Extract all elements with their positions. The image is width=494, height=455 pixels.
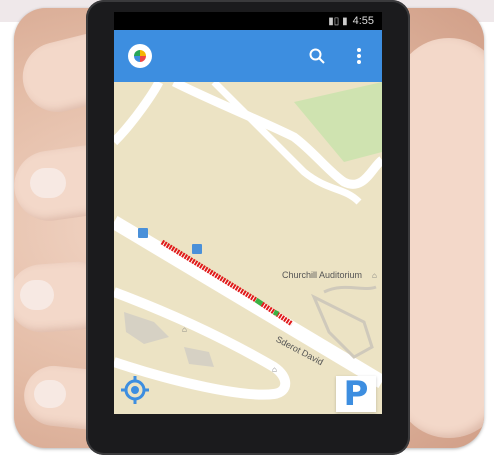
- map-view[interactable]: ⌂ ⌂ ⌂ Churchill Auditorium Sderot David …: [114, 82, 382, 414]
- app-bar: [114, 30, 382, 82]
- svg-text:⌂: ⌂: [272, 365, 277, 374]
- map-canvas: ⌂ ⌂ ⌂: [114, 82, 382, 400]
- phone-screen: ▮▯ ▮ 4:55 ⌂ ⌂ ⌂ Churchill Auditorium Sde…: [114, 12, 382, 414]
- status-time: 4:55: [352, 15, 374, 27]
- parking-button[interactable]: P: [336, 374, 376, 414]
- parking-logo-icon[interactable]: [128, 44, 152, 68]
- svg-text:⌂: ⌂: [372, 271, 377, 280]
- more-vert-icon[interactable]: [346, 43, 372, 69]
- svg-text:⌂: ⌂: [182, 325, 187, 334]
- map-label-auditorium: Churchill Auditorium: [282, 270, 363, 280]
- fingernail: [30, 168, 66, 198]
- my-location-icon[interactable]: [120, 375, 154, 409]
- status-bar: ▮▯ ▮ 4:55: [114, 12, 382, 30]
- search-icon[interactable]: [304, 43, 330, 69]
- fingernail: [34, 380, 66, 408]
- signal-battery-icon: ▮▯ ▮: [328, 16, 348, 27]
- fingernail: [20, 280, 54, 310]
